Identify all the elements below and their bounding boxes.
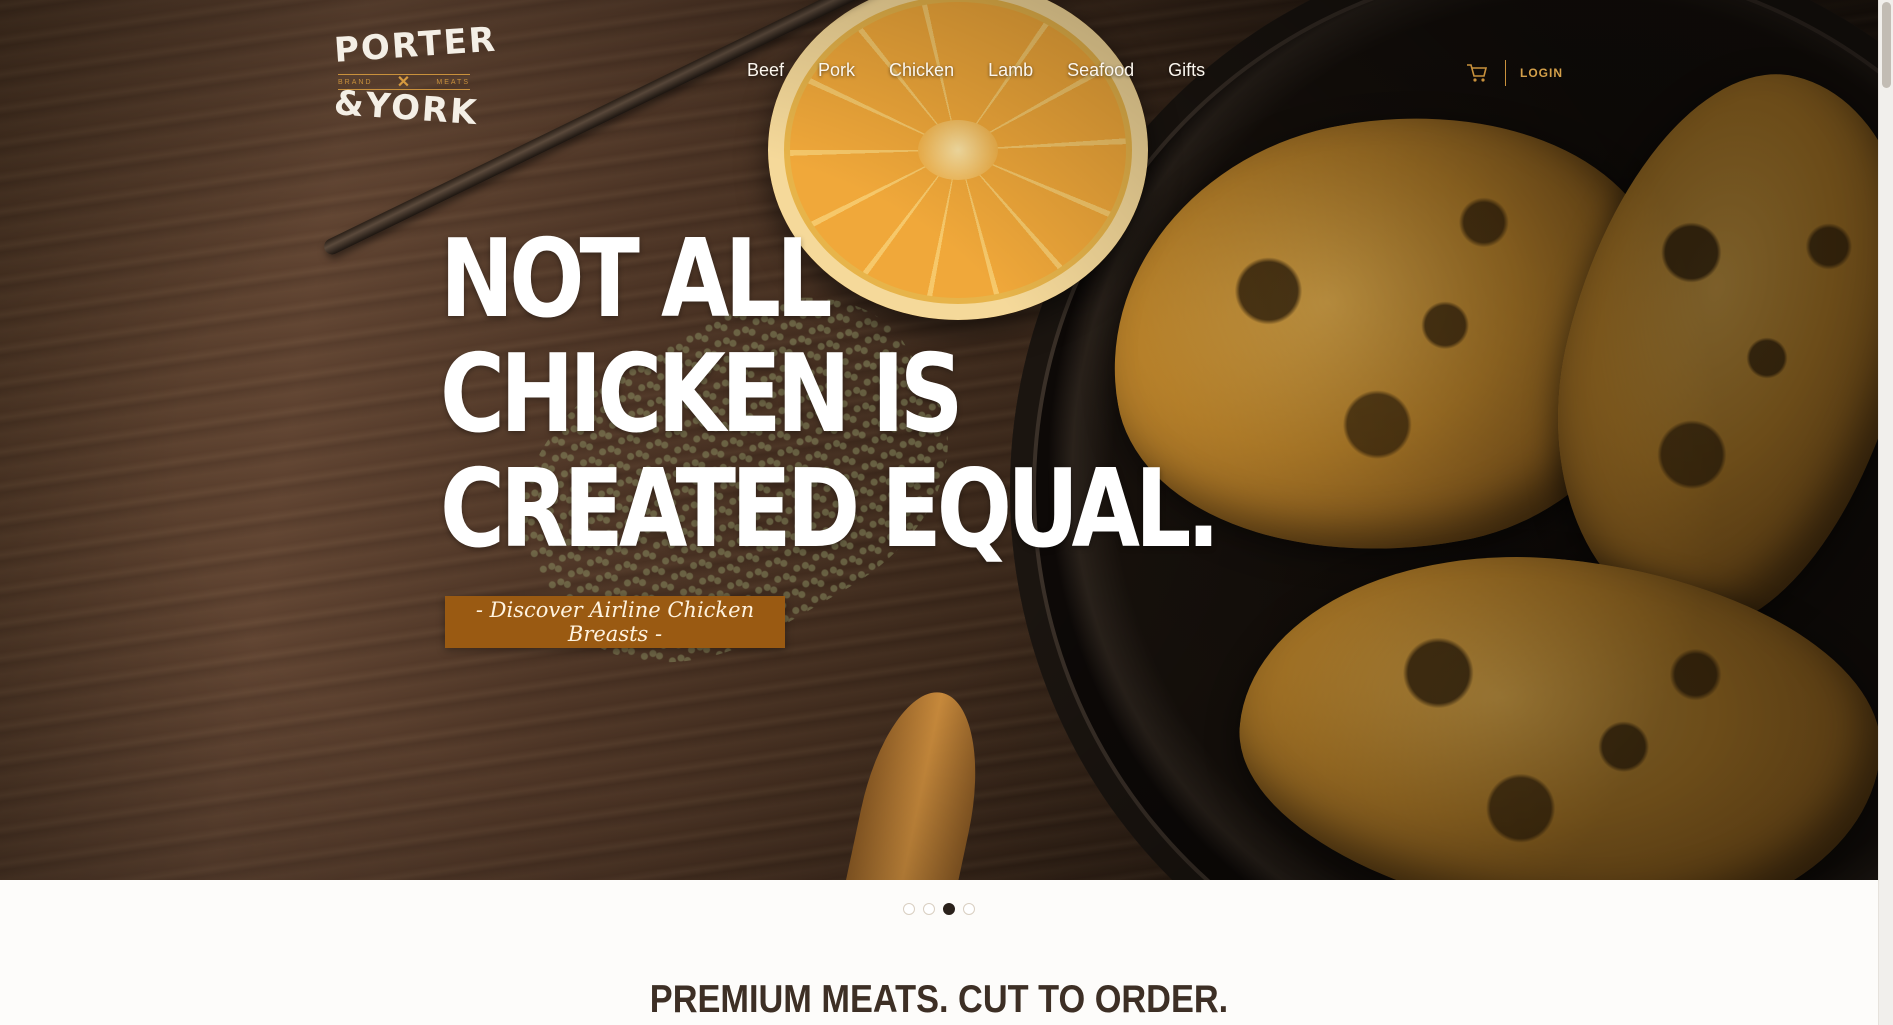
nav-item-pork[interactable]: Pork bbox=[801, 60, 872, 81]
logo-right-text: MEATS bbox=[436, 78, 470, 86]
section-tagline: PREMIUM MEATS. CUT TO ORDER. bbox=[649, 978, 1229, 1021]
header-divider bbox=[1505, 60, 1506, 86]
logo-top-text: PORTER bbox=[332, 19, 499, 71]
discover-airline-chicken-button[interactable]: - Discover Airline Chicken Breasts - bbox=[445, 596, 785, 648]
cart-svg bbox=[1467, 64, 1488, 82]
scrollbar-thumb[interactable] bbox=[1882, 2, 1891, 88]
vertical-scrollbar[interactable] bbox=[1878, 0, 1893, 1025]
nav-item-beef[interactable]: Beef bbox=[730, 60, 801, 81]
shopping-cart-icon[interactable] bbox=[1466, 62, 1488, 84]
main-nav: Beef Pork Chicken Lamb Seafood Gifts bbox=[730, 60, 1222, 81]
nav-item-chicken[interactable]: Chicken bbox=[872, 60, 971, 81]
hero-headline: NOT ALL CHICKEN IS CREATED EQUAL. bbox=[440, 217, 1220, 572]
carousel-dot[interactable] bbox=[903, 903, 915, 915]
carousel-dot[interactable] bbox=[923, 903, 935, 915]
carousel-dots bbox=[903, 903, 975, 915]
headline-line: CHICKEN IS bbox=[440, 332, 964, 457]
headline-line: CREATED EQUAL. bbox=[440, 447, 1220, 572]
nav-item-seafood[interactable]: Seafood bbox=[1050, 60, 1151, 81]
page: PORTER BRAND ✕ MEATS &YORK Beef Pork Chi… bbox=[0, 0, 1893, 1025]
brand-logo[interactable]: PORTER BRAND ✕ MEATS &YORK bbox=[332, 19, 499, 140]
nav-item-gifts[interactable]: Gifts bbox=[1151, 60, 1222, 81]
logo-bottom-text: &YORK bbox=[332, 83, 480, 134]
headline-line: NOT ALL bbox=[440, 217, 833, 342]
carousel-dot[interactable] bbox=[943, 903, 955, 915]
carousel-dot[interactable] bbox=[963, 903, 975, 915]
hero-banner: PORTER BRAND ✕ MEATS &YORK Beef Pork Chi… bbox=[0, 0, 1878, 880]
nav-item-lamb[interactable]: Lamb bbox=[971, 60, 1050, 81]
login-link[interactable]: LOGIN bbox=[1520, 66, 1563, 80]
